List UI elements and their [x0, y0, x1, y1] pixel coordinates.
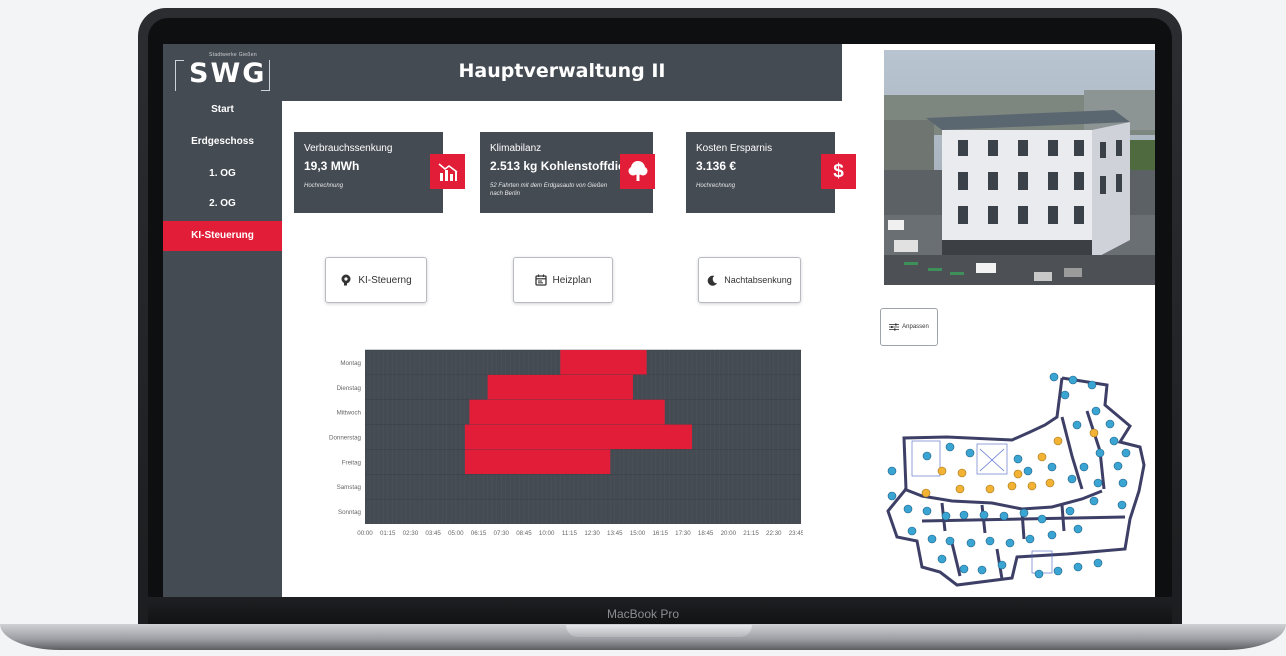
x-tick-label: 15:00: [630, 530, 646, 537]
heating-period-bar: [560, 350, 647, 375]
brain-icon: [341, 274, 351, 286]
button-label: Nachtabsenkung: [724, 275, 792, 285]
laptop-notch: [566, 625, 752, 637]
x-tick-label: 18:45: [698, 530, 714, 537]
y-tick-label: Sonntag: [338, 509, 362, 516]
heating-period-bar: [464, 424, 692, 450]
sidebar-item-erdgeschoss[interactable]: Erdgeschoss: [163, 128, 282, 156]
button-label: Heizplan: [552, 274, 592, 286]
x-tick-label: 20:00: [721, 530, 737, 537]
dollar-icon: $: [821, 154, 856, 189]
button-label: KI-Steuerng: [358, 274, 412, 286]
x-tick-label: 10:00: [539, 530, 555, 537]
x-tick-label: 23:45: [789, 530, 803, 537]
button-label: Anpassen: [902, 324, 929, 330]
heating-period-bar: [464, 449, 611, 475]
heating-period-bar: [469, 399, 665, 425]
logo-bracket-right: [261, 60, 270, 91]
x-tick-label: 03:45: [425, 530, 441, 537]
card-title: Kosten Ersparnis: [696, 143, 773, 154]
stat-card-verbrauch: Verbrauchssenkung 19,3 MWh Hochrechnung: [294, 132, 465, 213]
header-bar: Hauptverwaltung II: [282, 44, 842, 101]
card-value: 19,3 MWh: [304, 159, 360, 173]
app-screen: Stadtwerke Gießen SWG Start Erdgeschoss …: [163, 44, 1155, 597]
logo-bracket-left: [175, 60, 184, 91]
stat-card-kosten: Kosten Ersparnis 3.136 € Hochrechnung $: [686, 132, 856, 213]
card-value: 3.136 €: [696, 159, 737, 173]
sidebar-item-ki-steuerung[interactable]: KI-Steuerung: [163, 221, 282, 251]
anpassen-button[interactable]: Anpassen: [880, 308, 938, 346]
moon-icon: [707, 275, 718, 286]
calendar-icon: [534, 274, 547, 286]
card-title: Klimabilanz: [490, 143, 542, 154]
x-tick-label: 16:15: [652, 530, 668, 537]
x-tick-label: 02:30: [403, 530, 419, 537]
nachtabsenkung-button[interactable]: Nachtabsenkung: [698, 257, 801, 303]
x-tick-label: 17:30: [675, 530, 691, 537]
heizplan-chart: Montag Dienstag Mittwoch Donnerstag Freitag S…: [329, 349, 803, 537]
x-tick-label: 05:00: [448, 530, 464, 537]
heizplan-button[interactable]: Heizplan: [513, 257, 613, 303]
sidebar: Stadtwerke Gießen SWG Start Erdgeschoss …: [163, 44, 282, 597]
logo-text: SWG: [189, 58, 267, 89]
page-title: Hauptverwaltung II: [458, 60, 666, 82]
x-tick-label: 12:30: [584, 530, 600, 537]
sidebar-item-1-og[interactable]: 1. OG: [163, 160, 282, 188]
stat-card-klimabilanz: Klimabilanz 2.513 kg Kohlenstoffdioxid 5…: [480, 132, 655, 213]
chart-down-icon: [430, 154, 465, 189]
sidebar-item-start[interactable]: Start: [163, 96, 282, 124]
x-tick-label: 13:45: [607, 530, 623, 537]
x-tick-label: 22:30: [766, 530, 782, 537]
y-tick-label: Dienstag: [337, 385, 362, 392]
x-tick-label: 06:15: [471, 530, 487, 537]
y-tick-label: Freitag: [342, 459, 362, 466]
y-tick-label: Montag: [340, 360, 361, 367]
x-tick-label: 01:15: [380, 530, 396, 537]
y-tick-label: Samstag: [337, 484, 362, 491]
ki-steuerung-button[interactable]: KI-Steuerng: [325, 257, 427, 303]
card-note: Hochrechnung: [304, 183, 344, 189]
sidebar-item-2-og[interactable]: 2. OG: [163, 190, 282, 218]
card-title: Verbrauchssenkung: [304, 143, 393, 154]
sliders-icon: [889, 323, 900, 331]
card-note: 52 Fahrten mit dem Erdgasauto von Gießen…: [490, 183, 608, 197]
y-tick-label: Donnerstag: [329, 435, 362, 442]
floor-plan: [886, 372, 1146, 587]
x-tick-label: 11:15: [562, 530, 578, 537]
device-label: MacBook Pro: [606, 607, 680, 621]
x-tick-label: 00:00: [357, 530, 373, 537]
heating-period-bar: [487, 374, 633, 400]
x-tick-label: 08:45: [516, 530, 532, 537]
logo: Stadtwerke Gießen SWG: [171, 52, 271, 92]
card-note: Hochrechnung: [696, 183, 736, 189]
x-tick-label: 21:15: [743, 530, 759, 537]
y-tick-label: Mittwoch: [337, 410, 362, 417]
x-tick-label: 07:30: [494, 530, 510, 537]
tree-icon: [620, 154, 655, 189]
building-photo: [884, 50, 1155, 285]
